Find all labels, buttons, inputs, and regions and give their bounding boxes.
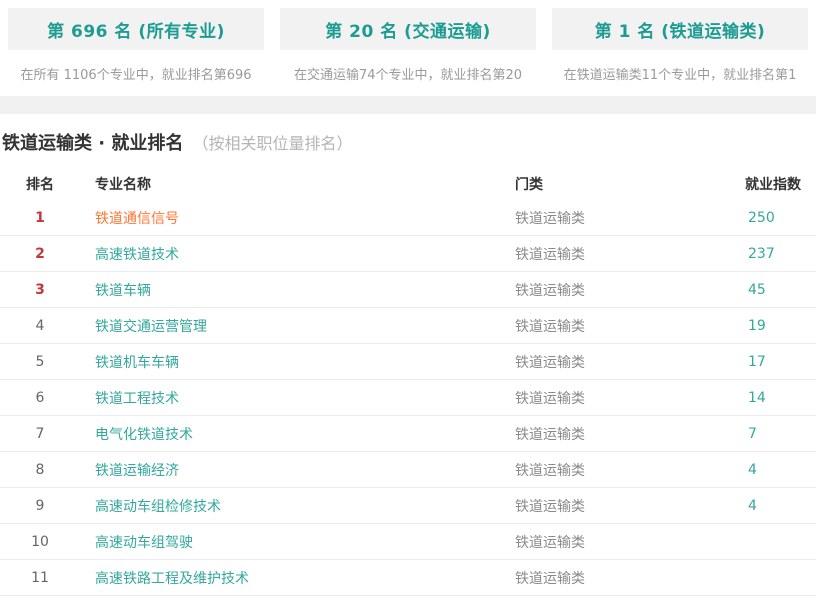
header-rank: 排名 [0,174,80,194]
major-link[interactable]: 高速铁道技术 [95,247,179,263]
employment-index-cell: 4 [730,498,816,514]
table-row: 7 电气化铁道技术 铁道运输类 7 [0,416,816,452]
major-cell: 高速铁路工程及维护技术 [80,568,500,588]
major-link[interactable]: 铁道运输经济 [95,463,179,479]
ranking-table: 排名 专业名称 门类 就业指数 1 铁道通信信号 铁道运输类 250 2 高速铁… [0,168,816,596]
rank-stat-subtitles: 在所有 1106个专业中，就业排名第696 在交通运输74个专业中，就业排名第2… [0,50,816,96]
table-row: 2 高速铁道技术 铁道运输类 237 [0,236,816,272]
category-cell: 铁道运输类 [500,352,730,372]
major-cell: 铁道机车车辆 [80,352,500,372]
rank-cell: 10 [0,534,80,550]
major-cell: 铁道通信信号 [80,208,500,228]
major-link[interactable]: 铁道通信信号 [95,211,179,227]
stat-title: 第 20 名 (交通运输) [325,17,490,42]
table-row: 6 铁道工程技术 铁道运输类 14 [0,380,816,416]
stat-subtitle-all-majors: 在所有 1106个专业中，就业排名第696 [8,50,264,96]
stat-subtitle-railway: 在铁道运输类11个专业中，就业排名第1 [552,50,808,96]
stat-subtitle-transport: 在交通运输74个专业中，就业排名第20 [280,50,536,96]
rank-cell: 6 [0,390,80,406]
employment-index-cell: 7 [730,426,816,442]
category-cell: 铁道运输类 [500,568,730,588]
major-cell: 高速动车组检修技术 [80,496,500,516]
major-cell: 高速铁道技术 [80,244,500,264]
section-title: 铁道运输类 · 就业排名 [2,133,183,154]
rank-cell: 9 [0,498,80,514]
rank-cell: 2 [0,246,80,262]
stat-card-all-majors: 第 696 名 (所有专业) [8,8,264,50]
category-cell: 铁道运输类 [500,532,730,552]
rank-cell: 5 [0,354,80,370]
employment-index-cell: 237 [730,246,816,262]
stat-card-transport: 第 20 名 (交通运输) [280,8,536,50]
major-link[interactable]: 铁道交通运营管理 [95,319,207,335]
employment-index-cell: 19 [730,318,816,334]
category-cell: 铁道运输类 [500,316,730,336]
major-cell: 铁道运输经济 [80,460,500,480]
category-cell: 铁道运输类 [500,244,730,264]
divider-band [0,96,816,114]
header-employment-index: 就业指数 [730,174,816,194]
table-row: 1 铁道通信信号 铁道运输类 250 [0,200,816,236]
rank-cell: 7 [0,426,80,442]
employment-index-cell: 4 [730,462,816,478]
table-row: 9 高速动车组检修技术 铁道运输类 4 [0,488,816,524]
major-link[interactable]: 电气化铁道技术 [95,427,193,443]
table-row: 8 铁道运输经济 铁道运输类 4 [0,452,816,488]
major-link[interactable]: 铁道机车车辆 [95,355,179,371]
employment-index-cell: 45 [730,282,816,298]
stat-title: 第 696 名 (所有专业) [47,17,225,42]
table-header-row: 排名 专业名称 门类 就业指数 [0,168,816,200]
major-cell: 铁道工程技术 [80,388,500,408]
stat-title: 第 1 名 (铁道运输类) [595,17,766,42]
category-cell: 铁道运输类 [500,460,730,480]
rank-cell: 8 [0,462,80,478]
rank-cell: 3 [0,282,80,298]
category-cell: 铁道运输类 [500,424,730,444]
category-cell: 铁道运输类 [500,496,730,516]
category-cell: 铁道运输类 [500,208,730,228]
rank-stat-cards: 第 696 名 (所有专业) 第 20 名 (交通运输) 第 1 名 (铁道运输… [0,0,816,50]
table-row: 5 铁道机车车辆 铁道运输类 17 [0,344,816,380]
employment-index-cell: 14 [730,390,816,406]
employment-index-cell: 250 [730,210,816,226]
rank-cell: 4 [0,318,80,334]
table-row: 10 高速动车组驾驶 铁道运输类 [0,524,816,560]
major-link[interactable]: 高速动车组驾驶 [95,535,193,551]
major-link[interactable]: 高速铁路工程及维护技术 [95,571,249,587]
major-cell: 高速动车组驾驶 [80,532,500,552]
section-note: （按相关职位量排名） [192,134,352,153]
stat-card-railway: 第 1 名 (铁道运输类) [552,8,808,50]
header-major: 专业名称 [80,174,500,194]
header-category: 门类 [500,174,730,194]
major-link[interactable]: 铁道工程技术 [95,391,179,407]
employment-index-cell: 17 [730,354,816,370]
major-cell: 电气化铁道技术 [80,424,500,444]
major-cell: 铁道交通运营管理 [80,316,500,336]
category-cell: 铁道运输类 [500,280,730,300]
table-body: 1 铁道通信信号 铁道运输类 250 2 高速铁道技术 铁道运输类 237 3 … [0,200,816,596]
category-cell: 铁道运输类 [500,388,730,408]
rank-cell: 11 [0,570,80,586]
table-row: 11 高速铁路工程及维护技术 铁道运输类 [0,560,816,596]
major-cell: 铁道车辆 [80,280,500,300]
major-link[interactable]: 高速动车组检修技术 [95,499,221,515]
table-row: 4 铁道交通运营管理 铁道运输类 19 [0,308,816,344]
table-row: 3 铁道车辆 铁道运输类 45 [0,272,816,308]
major-link[interactable]: 铁道车辆 [95,283,151,299]
section-heading: 铁道运输类 · 就业排名 （按相关职位量排名） [2,129,816,155]
rank-cell: 1 [0,210,80,226]
